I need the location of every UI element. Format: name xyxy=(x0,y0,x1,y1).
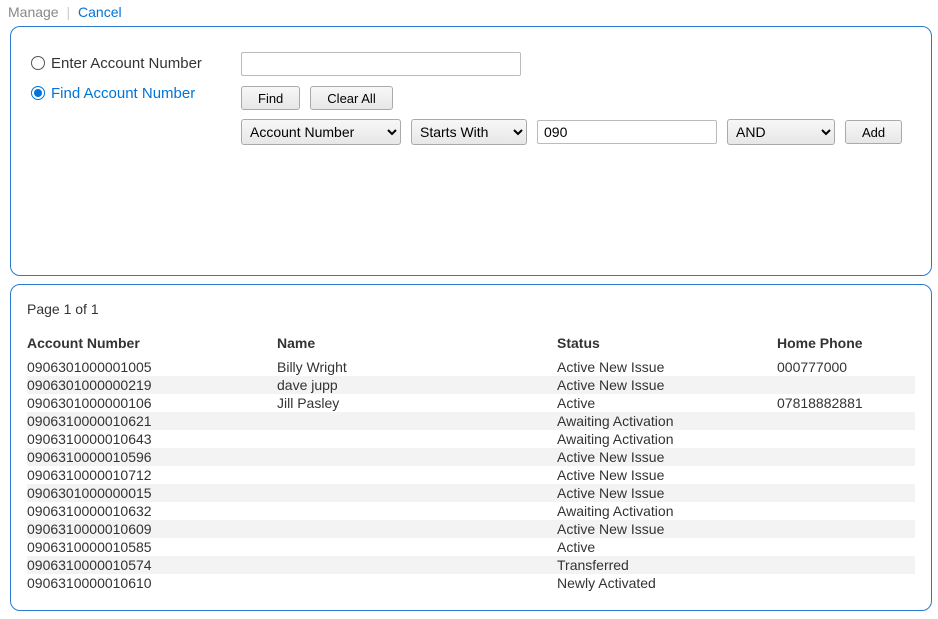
cell-status: Awaiting Activation xyxy=(557,502,777,520)
cell-phone: 000777000 xyxy=(777,358,915,377)
table-row[interactable]: 0906310000010585 Active xyxy=(27,538,915,556)
boolean-select[interactable]: AND xyxy=(727,119,835,145)
table-row[interactable]: 0906310000010574 Transferred xyxy=(27,556,915,574)
search-panel: Enter Account Number Find Account Number… xyxy=(10,26,932,276)
cell-name xyxy=(277,574,557,592)
breadcrumb: Manage | Cancel xyxy=(0,0,938,26)
cell-phone xyxy=(777,448,915,466)
table-header-row: Account Number Name Status Home Phone xyxy=(27,331,915,358)
cell-status: Active New Issue xyxy=(557,520,777,538)
manage-link[interactable]: Manage xyxy=(8,4,59,20)
table-row[interactable]: 0906310000010610 Newly Activated xyxy=(27,574,915,592)
cell-phone xyxy=(777,466,915,484)
action-buttons-row: Find Clear All xyxy=(241,83,911,113)
table-row[interactable]: 0906301000001005Billy WrightActive New I… xyxy=(27,358,915,377)
cell-status: Active New Issue xyxy=(557,358,777,377)
cell-name xyxy=(277,412,557,430)
cell-phone xyxy=(777,538,915,556)
add-filter-button[interactable]: Add xyxy=(845,120,902,144)
cell-acct: 0906310000010596 xyxy=(27,448,277,466)
controls-column: Find Clear All Account Number Starts Wit… xyxy=(241,49,911,253)
cell-phone: 07818882881 xyxy=(777,394,915,412)
operator-select[interactable]: Starts With xyxy=(411,119,527,145)
cell-status: Active New Issue xyxy=(557,466,777,484)
radio-enter-label: Enter Account Number xyxy=(51,55,202,72)
cell-name xyxy=(277,538,557,556)
cell-phone xyxy=(777,502,915,520)
cell-status: Active xyxy=(557,538,777,556)
cancel-link[interactable]: Cancel xyxy=(78,4,122,20)
col-account-number[interactable]: Account Number xyxy=(27,331,277,358)
cell-status: Active xyxy=(557,394,777,412)
cell-name: Jill Pasley xyxy=(277,394,557,412)
cell-acct: 0906310000010574 xyxy=(27,556,277,574)
find-button[interactable]: Find xyxy=(241,86,300,110)
cell-name xyxy=(277,466,557,484)
table-row[interactable]: 0906310000010712 Active New Issue xyxy=(27,466,915,484)
cell-phone xyxy=(777,412,915,430)
cell-name xyxy=(277,520,557,538)
cell-name xyxy=(277,556,557,574)
table-row[interactable]: 0906310000010643 Awaiting Activation xyxy=(27,430,915,448)
table-row[interactable]: 0906310000010609 Active New Issue xyxy=(27,520,915,538)
cell-acct: 0906310000010712 xyxy=(27,466,277,484)
cell-status: Newly Activated xyxy=(557,574,777,592)
table-row[interactable]: 0906301000000219dave juppActive New Issu… xyxy=(27,376,915,394)
radio-icon xyxy=(31,56,45,70)
cell-phone xyxy=(777,520,915,538)
cell-phone xyxy=(777,484,915,502)
cell-acct: 0906310000010585 xyxy=(27,538,277,556)
cell-acct: 0906301000001005 xyxy=(27,358,277,377)
account-number-input[interactable] xyxy=(241,52,521,76)
cell-name: Billy Wright xyxy=(277,358,557,377)
cell-phone xyxy=(777,556,915,574)
cell-phone xyxy=(777,574,915,592)
clear-all-button[interactable]: Clear All xyxy=(310,86,392,110)
cell-acct: 0906301000000219 xyxy=(27,376,277,394)
page-info: Page 1 of 1 xyxy=(27,301,915,317)
cell-acct: 0906310000010609 xyxy=(27,520,277,538)
col-home-phone[interactable]: Home Phone xyxy=(777,331,915,358)
cell-phone xyxy=(777,430,915,448)
cell-name xyxy=(277,484,557,502)
col-status[interactable]: Status xyxy=(557,331,777,358)
cell-acct: 0906301000000106 xyxy=(27,394,277,412)
radio-find-label: Find Account Number xyxy=(51,85,195,102)
cell-status: Active New Issue xyxy=(557,484,777,502)
table-row[interactable]: 0906301000000015 Active New Issue xyxy=(27,484,915,502)
results-panel: Page 1 of 1 Account Number Name Status H… xyxy=(10,284,932,611)
cell-status: Active New Issue xyxy=(557,376,777,394)
col-name[interactable]: Name xyxy=(277,331,557,358)
cell-acct: 0906310000010610 xyxy=(27,574,277,592)
cell-acct: 0906310000010632 xyxy=(27,502,277,520)
cell-status: Active New Issue xyxy=(557,448,777,466)
filter-value-input[interactable] xyxy=(537,120,717,144)
field-select[interactable]: Account Number xyxy=(241,119,401,145)
cell-name xyxy=(277,502,557,520)
account-input-row xyxy=(241,49,911,79)
table-row[interactable]: 0906310000010632 Awaiting Activation xyxy=(27,502,915,520)
table-row[interactable]: 0906310000010621 Awaiting Activation xyxy=(27,412,915,430)
table-row[interactable]: 0906301000000106Jill PasleyActive0781888… xyxy=(27,394,915,412)
table-row[interactable]: 0906310000010596 Active New Issue xyxy=(27,448,915,466)
radio-group: Enter Account Number Find Account Number xyxy=(31,49,241,253)
cell-name xyxy=(277,430,557,448)
cell-acct: 0906310000010621 xyxy=(27,412,277,430)
filter-row: Account Number Starts With AND Add xyxy=(241,117,911,147)
cell-name xyxy=(277,448,557,466)
cell-phone xyxy=(777,376,915,394)
results-table: Account Number Name Status Home Phone 09… xyxy=(27,331,915,592)
cell-name: dave jupp xyxy=(277,376,557,394)
radio-icon xyxy=(31,86,45,100)
cell-status: Transferred xyxy=(557,556,777,574)
cell-status: Awaiting Activation xyxy=(557,412,777,430)
radio-find-account[interactable]: Find Account Number xyxy=(31,79,241,107)
cell-status: Awaiting Activation xyxy=(557,430,777,448)
radio-enter-account[interactable]: Enter Account Number xyxy=(31,49,241,77)
cell-acct: 0906301000000015 xyxy=(27,484,277,502)
cell-acct: 0906310000010643 xyxy=(27,430,277,448)
divider: | xyxy=(66,4,70,20)
